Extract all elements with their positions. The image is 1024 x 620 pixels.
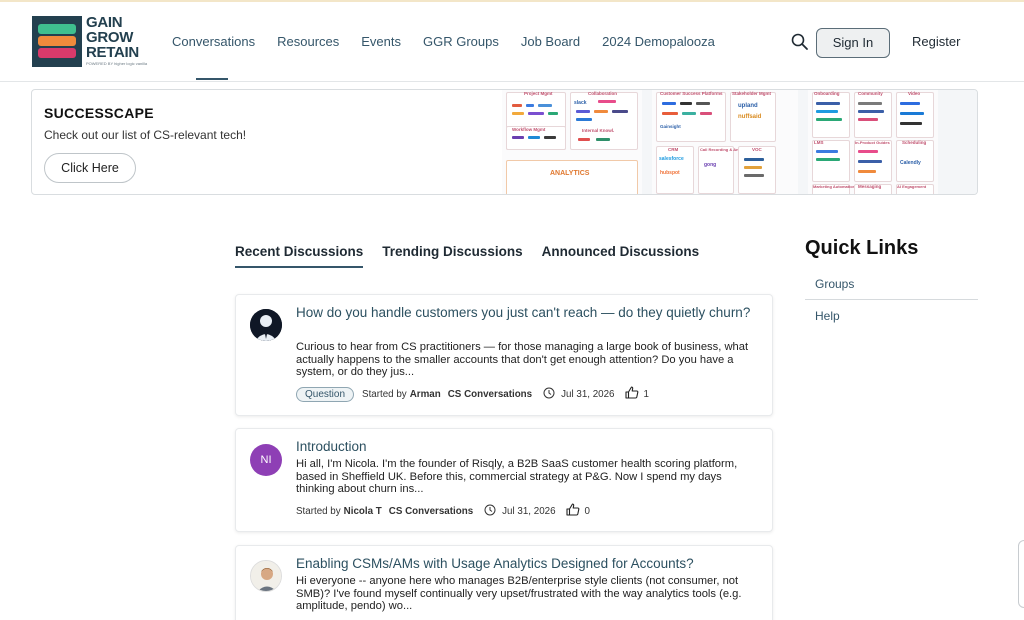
site-logo[interactable]: GAIN GROW RETAIN POWERED BY higher logic… bbox=[32, 14, 147, 72]
like-count: 1 bbox=[643, 388, 649, 400]
discussion-meta: Started by Nicola T CS Conversations Jul… bbox=[296, 503, 590, 519]
register-link[interactable]: Register bbox=[912, 34, 960, 49]
author-link[interactable]: Nicola T bbox=[344, 506, 382, 517]
post-date: Jul 31, 2026 bbox=[561, 388, 615, 400]
discussion-title-link[interactable]: How do you handle customers you just can… bbox=[296, 305, 766, 321]
nav-conversations[interactable]: Conversations bbox=[172, 2, 255, 82]
banner-title: SUCCESSCAPE bbox=[44, 105, 154, 121]
logo-mark bbox=[32, 16, 82, 67]
tab-trending-discussions[interactable]: Trending Discussions bbox=[382, 244, 522, 270]
post-date: Jul 31, 2026 bbox=[502, 505, 556, 517]
quick-link-groups[interactable]: Groups bbox=[805, 268, 978, 300]
sign-in-button[interactable]: Sign In bbox=[816, 28, 890, 58]
discussion-excerpt: Hi everyone -- anyone here who manages B… bbox=[296, 575, 742, 612]
nav-demopalooza[interactable]: 2024 Demopalooza bbox=[602, 2, 715, 82]
banner-click-here-button[interactable]: Click Here bbox=[44, 153, 136, 183]
clock-icon bbox=[543, 387, 555, 402]
avatar[interactable]: NI bbox=[250, 444, 282, 476]
thumbs-up-icon[interactable] bbox=[565, 503, 580, 519]
tech-landscape-image[interactable]: Project Mgmt Collaboration slack Workflo… bbox=[502, 90, 977, 194]
like-count: 0 bbox=[584, 505, 590, 517]
discussion-tabs: Recent Discussions Trending Discussions … bbox=[235, 244, 718, 270]
discussion-card: NI Introduction Hi all, I'm Nicola. I'm … bbox=[235, 428, 773, 532]
site-header: GAIN GROW RETAIN POWERED BY higher logic… bbox=[0, 2, 1024, 82]
avatar[interactable] bbox=[250, 560, 282, 592]
main-nav: Conversations Resources Events GGR Group… bbox=[172, 2, 737, 82]
discussion-excerpt: Hi all, I'm Nicola. I'm the founder of R… bbox=[296, 458, 738, 495]
author-link[interactable]: Arman bbox=[410, 389, 441, 400]
nav-job-board[interactable]: Job Board bbox=[521, 2, 580, 82]
quick-links-title: Quick Links bbox=[805, 237, 919, 259]
discussion-meta: Question Started by Arman CS Conversatio… bbox=[296, 386, 649, 402]
category-link[interactable]: CS Conversations bbox=[389, 506, 473, 517]
clock-icon bbox=[484, 504, 496, 519]
quick-link-help[interactable]: Help bbox=[805, 300, 978, 332]
side-drawer-handle[interactable] bbox=[1018, 540, 1024, 608]
discussion-title-link[interactable]: Introduction bbox=[296, 439, 766, 455]
tab-recent-discussions[interactable]: Recent Discussions bbox=[235, 244, 364, 270]
discussion-card: How do you handle customers you just can… bbox=[235, 294, 773, 416]
discussion-title-link[interactable]: Enabling CSMs/AMs with Usage Analytics D… bbox=[296, 556, 766, 572]
tab-announced-discussions[interactable]: Announced Discussions bbox=[542, 244, 700, 270]
logo-wordmark: GAIN GROW RETAIN bbox=[86, 14, 139, 61]
logo-tagline: POWERED BY higher logic vanilla bbox=[86, 61, 148, 66]
nav-ggr-groups[interactable]: GGR Groups bbox=[423, 2, 499, 82]
nav-events[interactable]: Events bbox=[361, 2, 401, 82]
discussion-excerpt: Curious to hear from CS practitioners — … bbox=[296, 341, 749, 378]
question-tag[interactable]: Question bbox=[296, 386, 355, 402]
successcape-banner: SUCCESSCAPE Check out our list of CS-rel… bbox=[31, 89, 978, 195]
category-link[interactable]: CS Conversations bbox=[448, 389, 532, 400]
search-icon[interactable] bbox=[790, 32, 810, 52]
thumbs-up-icon[interactable] bbox=[624, 386, 639, 402]
banner-subtitle: Check out our list of CS-relevant tech! bbox=[44, 128, 247, 142]
discussion-card: Enabling CSMs/AMs with Usage Analytics D… bbox=[235, 545, 773, 620]
avatar[interactable] bbox=[250, 309, 282, 341]
nav-resources[interactable]: Resources bbox=[277, 2, 339, 82]
